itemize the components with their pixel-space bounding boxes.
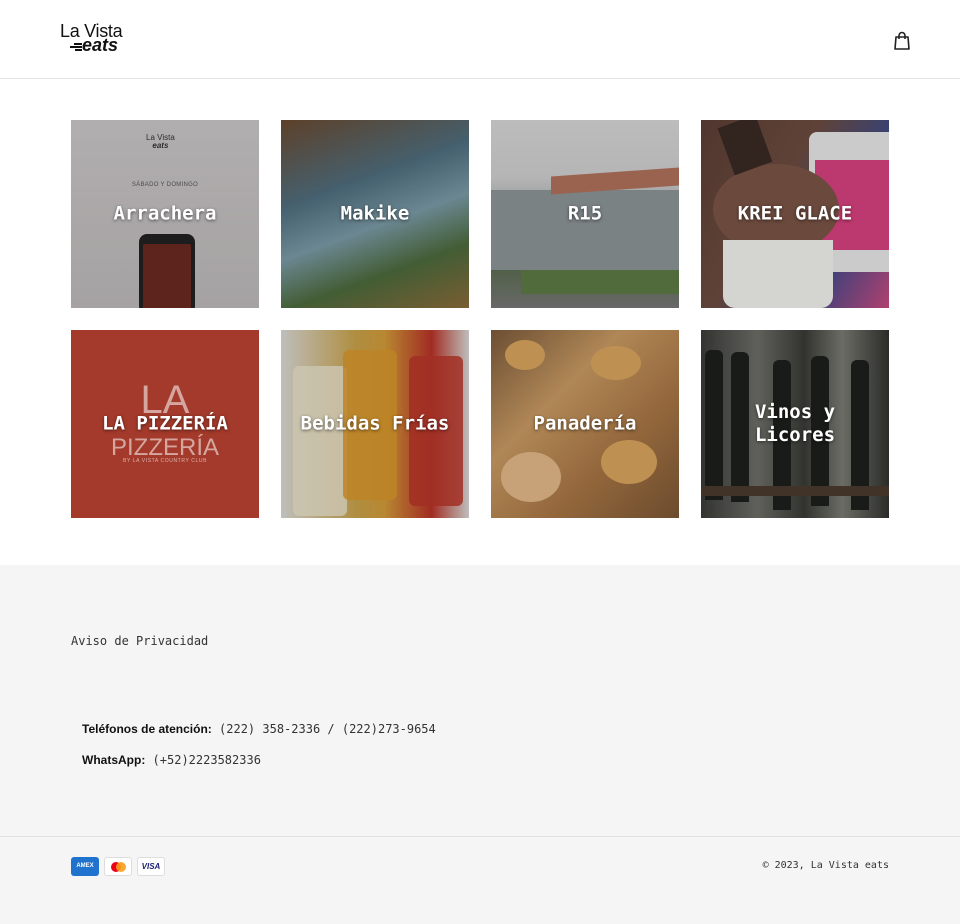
mastercard-icon	[104, 857, 132, 876]
whatsapp-contact: WhatsApp: (+52)2223582336	[82, 753, 261, 767]
collection-card-makike[interactable]: Makike	[281, 120, 469, 308]
collection-title: Makike	[340, 202, 410, 225]
collection-title: KREI GLACE	[737, 202, 853, 225]
collection-title: Bebidas Frías	[300, 412, 450, 435]
collection-title: Arrachera	[113, 202, 217, 225]
amex-icon: AMEX	[71, 857, 99, 876]
collection-card-bebidas-frias[interactable]: Bebidas Frías	[281, 330, 469, 518]
collection-title: Panadería	[533, 412, 637, 435]
site-footer: Aviso de Privacidad Teléfonos de atenció…	[0, 565, 960, 924]
site-header: La Vista eats	[0, 0, 960, 79]
collection-title: R15	[567, 202, 603, 225]
footer-divider	[0, 836, 960, 837]
phone-contact: Teléfonos de atención: (222) 358-2336 / …	[82, 722, 436, 736]
collection-card-krei-glace[interactable]: KREI GLACE	[701, 120, 889, 308]
collection-title: LA PIZZERÍA	[102, 412, 228, 435]
phone-value: (222) 358-2336 / (222)273-9654	[211, 722, 436, 736]
pizzeria-art-tagline: BY LA VISTA COUNTRY CLUB	[122, 458, 208, 464]
shopping-bag-icon[interactable]	[893, 31, 911, 51]
collection-card-r15[interactable]: R15	[491, 120, 679, 308]
privacy-notice-link[interactable]: Aviso de Privacidad	[71, 634, 208, 648]
visa-icon: VISA	[137, 857, 165, 876]
collection-card-panaderia[interactable]: Panadería	[491, 330, 679, 518]
whatsapp-label: WhatsApp:	[82, 753, 146, 767]
site-logo[interactable]: La Vista eats	[60, 22, 134, 58]
logo-wordmark-bottom: eats	[82, 35, 119, 55]
collection-card-arrachera[interactable]: La Vista eats SÁBADO Y DOMINGO Arrachera	[71, 120, 259, 308]
collection-card-vinos-y-licores[interactable]: Vinos y Licores	[701, 330, 889, 518]
phone-label: Teléfonos de atención:	[82, 722, 212, 736]
collection-title: Vinos y Licores	[754, 401, 836, 446]
copyright-text: © 2023, La Vista eats	[762, 860, 889, 871]
collection-card-la-pizzeria[interactable]: LA PIZZERÍA BY LA VISTA COUNTRY CLUB LA …	[71, 330, 259, 518]
whatsapp-value: (+52)2223582336	[145, 753, 261, 767]
logo-speed-lines	[70, 43, 82, 51]
